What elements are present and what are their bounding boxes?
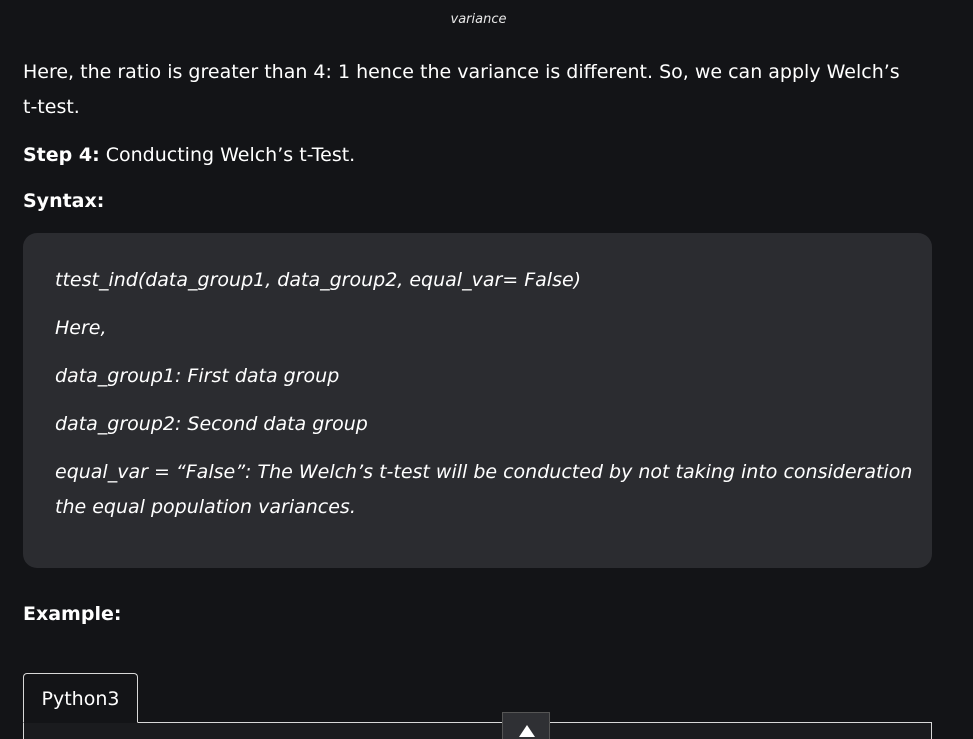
code-block[interactable]	[23, 722, 932, 739]
syntax-call: ttest_ind(data_group1, data_group2, equa…	[55, 269, 582, 291]
syntax-arg-group2: data_group2: Second data group	[55, 413, 368, 435]
syntax-heading: Syntax:	[23, 190, 105, 212]
tab-python3[interactable]: Python3	[23, 673, 138, 723]
syntax-arg-group1: data_group1: First data group	[55, 365, 340, 387]
example-heading: Example:	[23, 603, 122, 625]
article-page: variance Here, the ratio is greater than…	[0, 0, 973, 739]
syntax-block: ttest_ind(data_group1, data_group2, equa…	[23, 233, 932, 568]
scroll-top-button[interactable]	[502, 712, 550, 739]
syntax-here: Here,	[55, 317, 107, 339]
step-paragraph: Step 4: Conducting Welch’s t-Test.	[23, 138, 913, 173]
step-label: Step 4:	[23, 144, 100, 166]
chevron-up-icon	[519, 725, 535, 737]
image-caption: variance	[450, 12, 507, 27]
step-text: Conducting Welch’s t-Test.	[99, 144, 356, 166]
intro-paragraph: Here, the ratio is greater than 4: 1 hen…	[23, 61, 900, 118]
syntax-arg-equal-var: equal_var = “False”: The Welch’s t-test …	[55, 461, 913, 518]
